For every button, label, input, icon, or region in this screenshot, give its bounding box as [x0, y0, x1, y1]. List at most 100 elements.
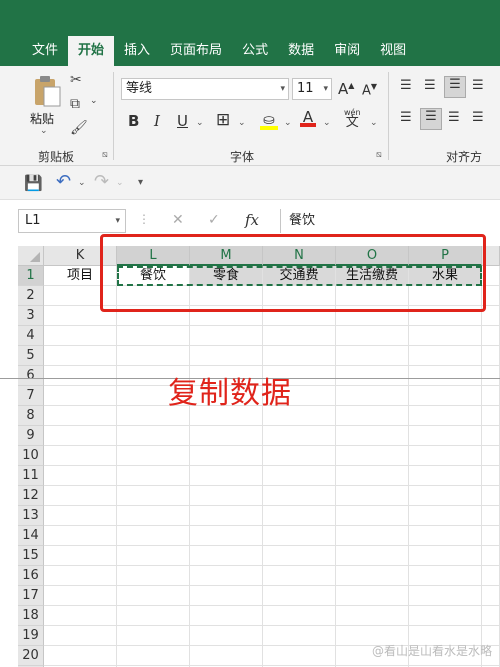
indent-icon[interactable]: ☰ — [472, 110, 484, 125]
grid-cell[interactable] — [117, 346, 190, 366]
grid-cell[interactable] — [409, 546, 482, 566]
row-header[interactable]: 9 — [18, 426, 44, 446]
grid-cell[interactable] — [409, 506, 482, 526]
grid-cell[interactable] — [482, 526, 500, 546]
font-size-select[interactable]: 11 ▾ — [292, 78, 332, 100]
grid-cell[interactable] — [409, 426, 482, 446]
grid-cell[interactable] — [190, 506, 263, 526]
tab-home[interactable]: 开始 — [68, 36, 115, 66]
tab-formulas[interactable]: 公式 — [232, 36, 278, 66]
grid-cell[interactable] — [117, 486, 190, 506]
row-header[interactable]: 6 — [18, 366, 44, 386]
tab-file[interactable]: 文件 — [22, 36, 68, 66]
tab-data[interactable]: 数据 — [278, 36, 324, 66]
paste-icon[interactable] — [32, 74, 62, 108]
grid-cell[interactable] — [44, 386, 117, 406]
grid-cell[interactable] — [117, 646, 190, 666]
grid-cell[interactable] — [482, 366, 500, 386]
grid-cell[interactable] — [44, 466, 117, 486]
grid-cell[interactable] — [482, 446, 500, 466]
grid-cell[interactable] — [336, 526, 409, 546]
row-header[interactable]: 14 — [18, 526, 44, 546]
grid-cell[interactable] — [44, 486, 117, 506]
grid-cell[interactable] — [263, 546, 336, 566]
grid-cell[interactable] — [190, 426, 263, 446]
align-center-icon[interactable]: ☰ — [420, 108, 442, 130]
grid-cell[interactable] — [44, 326, 117, 346]
tab-page-layout[interactable]: 页面布局 — [160, 36, 232, 66]
grid-cell[interactable] — [336, 446, 409, 466]
row-header[interactable]: 8 — [18, 406, 44, 426]
grid-cell[interactable] — [336, 386, 409, 406]
grid-cell[interactable] — [482, 546, 500, 566]
grid-cell[interactable] — [117, 586, 190, 606]
grid-cell[interactable] — [482, 426, 500, 446]
decrease-font-button[interactable]: A▼ — [362, 82, 377, 98]
grid-cell[interactable] — [409, 486, 482, 506]
grid-cell[interactable] — [190, 586, 263, 606]
align-bottom-icon[interactable]: ☰ — [444, 76, 466, 98]
name-box[interactable]: L1 ▾ — [18, 209, 126, 233]
grid-cell[interactable] — [44, 346, 117, 366]
grid-cell[interactable] — [117, 626, 190, 646]
row-header[interactable]: 4 — [18, 326, 44, 346]
insert-function-icon[interactable]: fx — [245, 211, 259, 229]
grid-cell[interactable] — [44, 406, 117, 426]
undo-icon[interactable]: ↶ — [56, 171, 71, 192]
grid-cell[interactable] — [482, 586, 500, 606]
grid-cell[interactable] — [336, 466, 409, 486]
grid-cell[interactable] — [44, 586, 117, 606]
grid-cell[interactable] — [117, 446, 190, 466]
row-header[interactable]: 1 — [18, 266, 44, 286]
align-left-icon[interactable]: ☰ — [400, 110, 412, 125]
grid-cell[interactable] — [336, 566, 409, 586]
grid-cell[interactable] — [44, 506, 117, 526]
align-top-icon[interactable]: ☰ — [400, 78, 412, 93]
grid-cell[interactable] — [263, 626, 336, 646]
row-header[interactable]: 13 — [18, 506, 44, 526]
tab-insert[interactable]: 插入 — [114, 36, 160, 66]
tab-view[interactable]: 视图 — [370, 36, 416, 66]
grid-cell[interactable] — [190, 566, 263, 586]
underline-button[interactable]: U — [177, 112, 188, 130]
grid-cell[interactable] — [263, 566, 336, 586]
border-icon[interactable]: ⊞ — [216, 110, 230, 130]
grid-cell[interactable] — [409, 386, 482, 406]
orientation-icon[interactable]: ☰ — [472, 78, 484, 93]
font-launcher-icon[interactable]: ⧅ — [376, 150, 382, 160]
fill-color-icon[interactable]: ⛀ — [260, 110, 278, 130]
grid-cell[interactable] — [117, 566, 190, 586]
grid-cell[interactable] — [117, 506, 190, 526]
row-header[interactable]: 20 — [18, 646, 44, 666]
save-icon[interactable]: 💾 — [24, 174, 43, 192]
grid-cell[interactable] — [263, 486, 336, 506]
undo-dropdown-icon[interactable]: ⌄ — [78, 178, 86, 188]
row-header[interactable]: 12 — [18, 486, 44, 506]
grid-cell[interactable] — [44, 546, 117, 566]
grid-cell[interactable] — [336, 346, 409, 366]
drag-handle-icon[interactable]: ⋮ — [138, 212, 150, 226]
grid-cell[interactable] — [263, 506, 336, 526]
grid-cell[interactable] — [482, 506, 500, 526]
grid-cell[interactable] — [44, 626, 117, 646]
row-header[interactable]: 15 — [18, 546, 44, 566]
grid-cell[interactable] — [190, 486, 263, 506]
grid-cell[interactable] — [336, 586, 409, 606]
pinyin-icon[interactable]: wén 文 — [344, 108, 361, 129]
grid-cell[interactable] — [263, 446, 336, 466]
copy-dropdown-icon[interactable]: ⌄ — [90, 96, 98, 106]
grid-cell[interactable] — [336, 486, 409, 506]
grid-cell[interactable] — [336, 606, 409, 626]
row-header[interactable]: 5 — [18, 346, 44, 366]
grid-cell[interactable] — [190, 606, 263, 626]
grid-cell[interactable] — [336, 366, 409, 386]
row-header[interactable]: 3 — [18, 306, 44, 326]
paste-button-label[interactable]: 粘贴 — [30, 110, 54, 127]
row-header[interactable]: 11 — [18, 466, 44, 486]
grid-cell[interactable] — [190, 646, 263, 666]
underline-dropdown-icon[interactable]: ⌄ — [196, 118, 204, 128]
grid-cell[interactable] — [117, 526, 190, 546]
customize-toolbar-icon[interactable]: ▾ — [138, 177, 143, 188]
italic-button[interactable]: I — [154, 112, 160, 130]
row-header[interactable]: 18 — [18, 606, 44, 626]
